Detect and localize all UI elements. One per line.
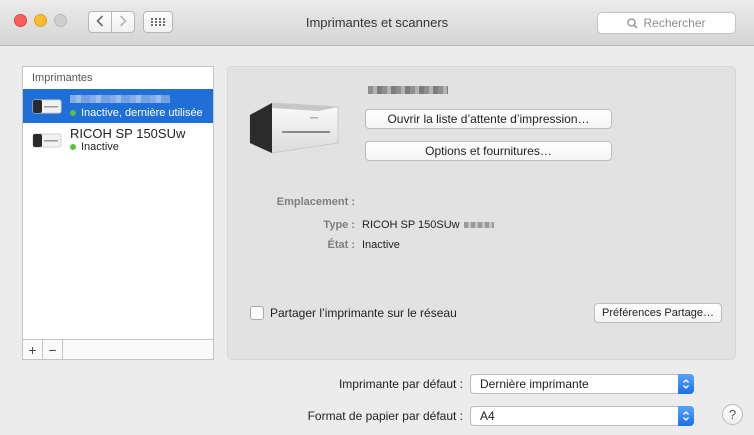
- location-label: Emplacement :: [276, 196, 355, 208]
- status-dot-icon: [70, 110, 76, 116]
- printer-list: Imprimantes Inactive, dernière utilisée: [22, 66, 214, 360]
- printer-icon: [32, 97, 62, 115]
- share-printer-label: Partager l’imprimante sur le réseau: [270, 306, 457, 320]
- title-bar: Imprimantes et scanners Rechercher: [0, 0, 754, 46]
- printer-name-redacted: [368, 86, 448, 94]
- type-suffix-redacted: [463, 222, 494, 229]
- open-print-queue-button[interactable]: Ouvrir la liste d’attente d’impression…: [365, 109, 612, 129]
- default-paper-popup[interactable]: A4: [470, 406, 694, 426]
- default-printer-value: Dernière imprimante: [480, 377, 589, 391]
- sharing-preferences-button[interactable]: Préférences Partage…: [594, 303, 722, 323]
- type-label: Type :: [323, 219, 355, 231]
- printer-list-header: Imprimantes: [32, 72, 93, 84]
- printer-list-item[interactable]: Inactive, dernière utilisée: [23, 89, 213, 123]
- status-dot-icon: [70, 144, 76, 150]
- help-icon: ?: [728, 407, 737, 422]
- printer-status: Inactive: [70, 141, 119, 153]
- stepper-icon: [678, 406, 694, 426]
- printer-icon: [32, 131, 62, 149]
- type-value: RICOH SP 150SUw: [362, 219, 494, 231]
- printer-status-text: Inactive, dernière utilisée: [81, 107, 203, 119]
- remove-printer-button[interactable]: −: [43, 340, 63, 359]
- printers-scanners-window: Imprimantes et scanners Rechercher Impri…: [0, 0, 754, 435]
- search-placeholder: Rechercher: [643, 16, 706, 30]
- default-paper-label: Format de papier par défaut :: [307, 409, 463, 423]
- state-label: État :: [327, 239, 356, 251]
- default-paper-value: A4: [480, 409, 495, 423]
- printer-detail-panel: Ouvrir la liste d’attente d’impression… …: [227, 66, 736, 360]
- default-printer-popup[interactable]: Dernière imprimante: [470, 374, 694, 394]
- default-printer-label: Imprimante par défaut :: [338, 377, 463, 391]
- printer-status: Inactive, dernière utilisée: [70, 107, 203, 119]
- printer-name: RICOH SP 150SUw: [70, 126, 186, 141]
- help-button[interactable]: ?: [722, 404, 743, 425]
- printer-status-text: Inactive: [81, 141, 119, 153]
- type-value-text: RICOH SP 150SUw: [362, 219, 460, 231]
- state-value: Inactive: [362, 239, 400, 251]
- stepper-icon: [678, 374, 694, 394]
- list-footer: + −: [23, 339, 213, 359]
- printer-name-redacted: [70, 95, 170, 103]
- printer-icon: [248, 97, 340, 155]
- printer-list-item[interactable]: RICOH SP 150SUw Inactive: [23, 123, 213, 157]
- share-printer-row[interactable]: Partager l’imprimante sur le réseau: [250, 306, 457, 320]
- share-printer-checkbox[interactable]: [250, 306, 264, 320]
- options-supplies-button[interactable]: Options et fournitures…: [365, 141, 612, 161]
- search-field[interactable]: Rechercher: [597, 12, 736, 34]
- search-icon: [627, 17, 638, 29]
- add-printer-button[interactable]: +: [23, 340, 43, 359]
